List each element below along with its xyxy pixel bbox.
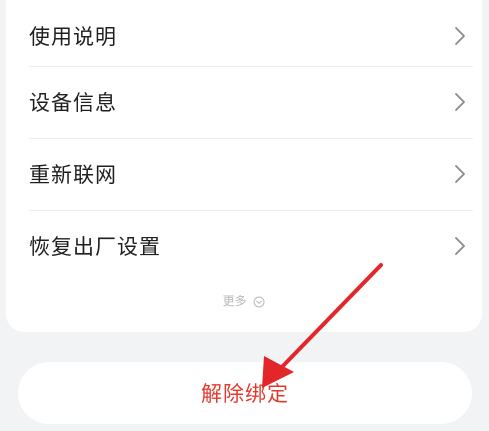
more-toggle[interactable]: 更多	[6, 292, 482, 312]
more-label: 更多	[222, 294, 247, 308]
menu-item-reconnect-network[interactable]: 重新联网	[6, 138, 482, 210]
menu-item-factory-reset[interactable]: 恢复出厂设置	[6, 210, 482, 282]
chevron-down-circle-icon	[253, 296, 265, 307]
menu-item-label: 恢复出厂设置	[29, 235, 161, 259]
menu-item-label: 设备信息	[29, 91, 117, 115]
chevron-right-icon	[455, 27, 465, 45]
menu-item-instructions[interactable]: 使用说明	[6, 0, 482, 72]
chevron-right-icon	[455, 165, 465, 183]
unbind-label: 解除绑定	[201, 382, 289, 406]
menu-item-device-info[interactable]: 设备信息	[6, 66, 482, 138]
chevron-right-icon	[455, 237, 465, 255]
menu-item-label: 重新联网	[29, 163, 117, 187]
settings-card: 使用说明 设备信息 重新联网 恢复出厂设置 更多	[6, 0, 482, 332]
chevron-right-icon	[455, 93, 465, 111]
menu-item-label: 使用说明	[29, 25, 117, 49]
unbind-button[interactable]: 解除绑定	[18, 362, 472, 424]
